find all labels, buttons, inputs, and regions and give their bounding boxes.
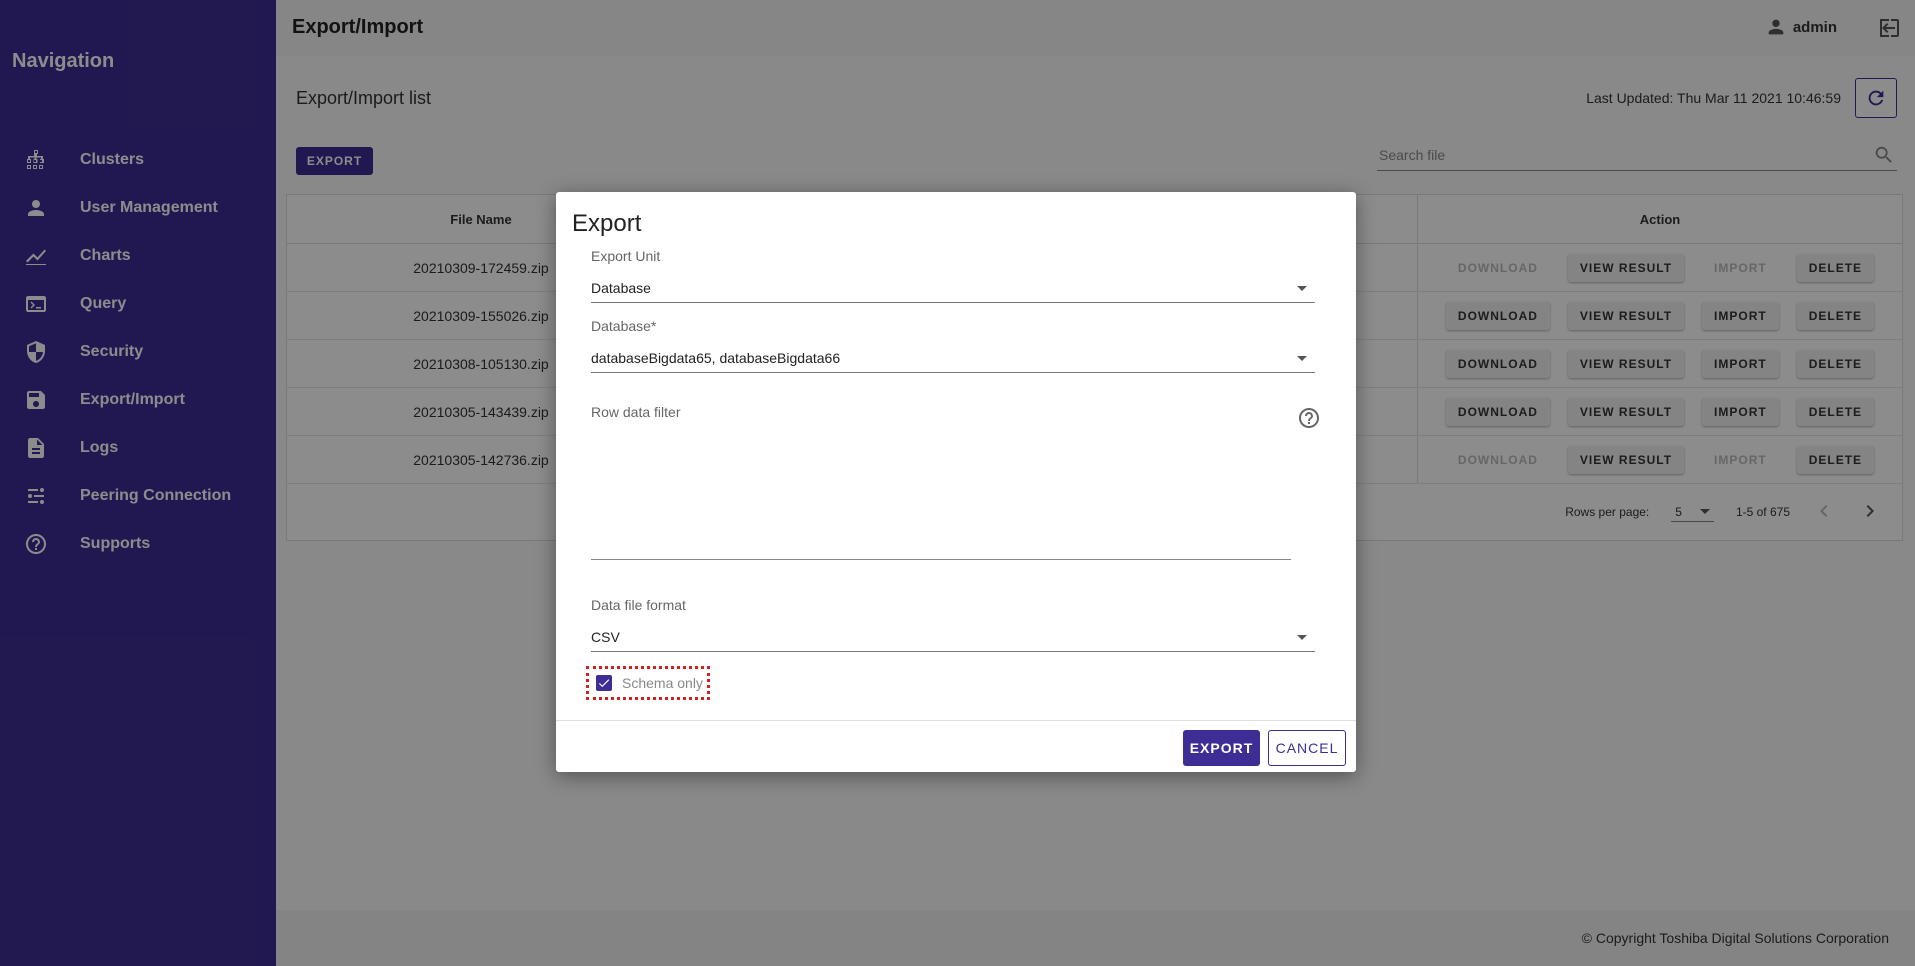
export-unit-value: Database: [591, 280, 651, 296]
export-unit-field: Export Unit Database: [591, 248, 1315, 303]
chevron-down-icon: [1297, 355, 1307, 361]
schema-only-checkbox-highlight: Schema only: [586, 666, 710, 700]
dialog-title: Export: [572, 210, 642, 237]
data-file-format-select[interactable]: CSV: [591, 623, 1315, 652]
export-unit-select[interactable]: Database: [591, 274, 1315, 303]
export-unit-label: Export Unit: [591, 248, 661, 264]
row-filter-help-icon[interactable]: [1297, 406, 1321, 430]
schema-only-checkbox[interactable]: [596, 675, 612, 691]
dialog-divider: [556, 720, 1356, 721]
database-label: Database*: [591, 318, 657, 334]
database-value: databaseBigdata65, databaseBigdata66: [591, 350, 841, 366]
data-file-format-value: CSV: [591, 629, 620, 645]
data-file-format-label: Data file format: [591, 597, 686, 613]
check-icon: [598, 679, 610, 688]
row-filter-textarea[interactable]: [591, 402, 1291, 560]
dialog-export-button[interactable]: EXPORT: [1183, 730, 1260, 766]
database-field: Database* databaseBigdata65, databaseBig…: [591, 318, 1315, 373]
schema-only-label[interactable]: Schema only: [622, 675, 703, 691]
database-select[interactable]: databaseBigdata65, databaseBigdata66: [591, 344, 1315, 373]
data-file-format-field: Data file format CSV: [591, 597, 1315, 652]
dialog-cancel-button[interactable]: CANCEL: [1268, 730, 1346, 766]
chevron-down-icon: [1297, 634, 1307, 640]
chevron-down-icon: [1297, 285, 1307, 291]
export-dialog: Export Export Unit Database Database* da…: [556, 192, 1356, 772]
